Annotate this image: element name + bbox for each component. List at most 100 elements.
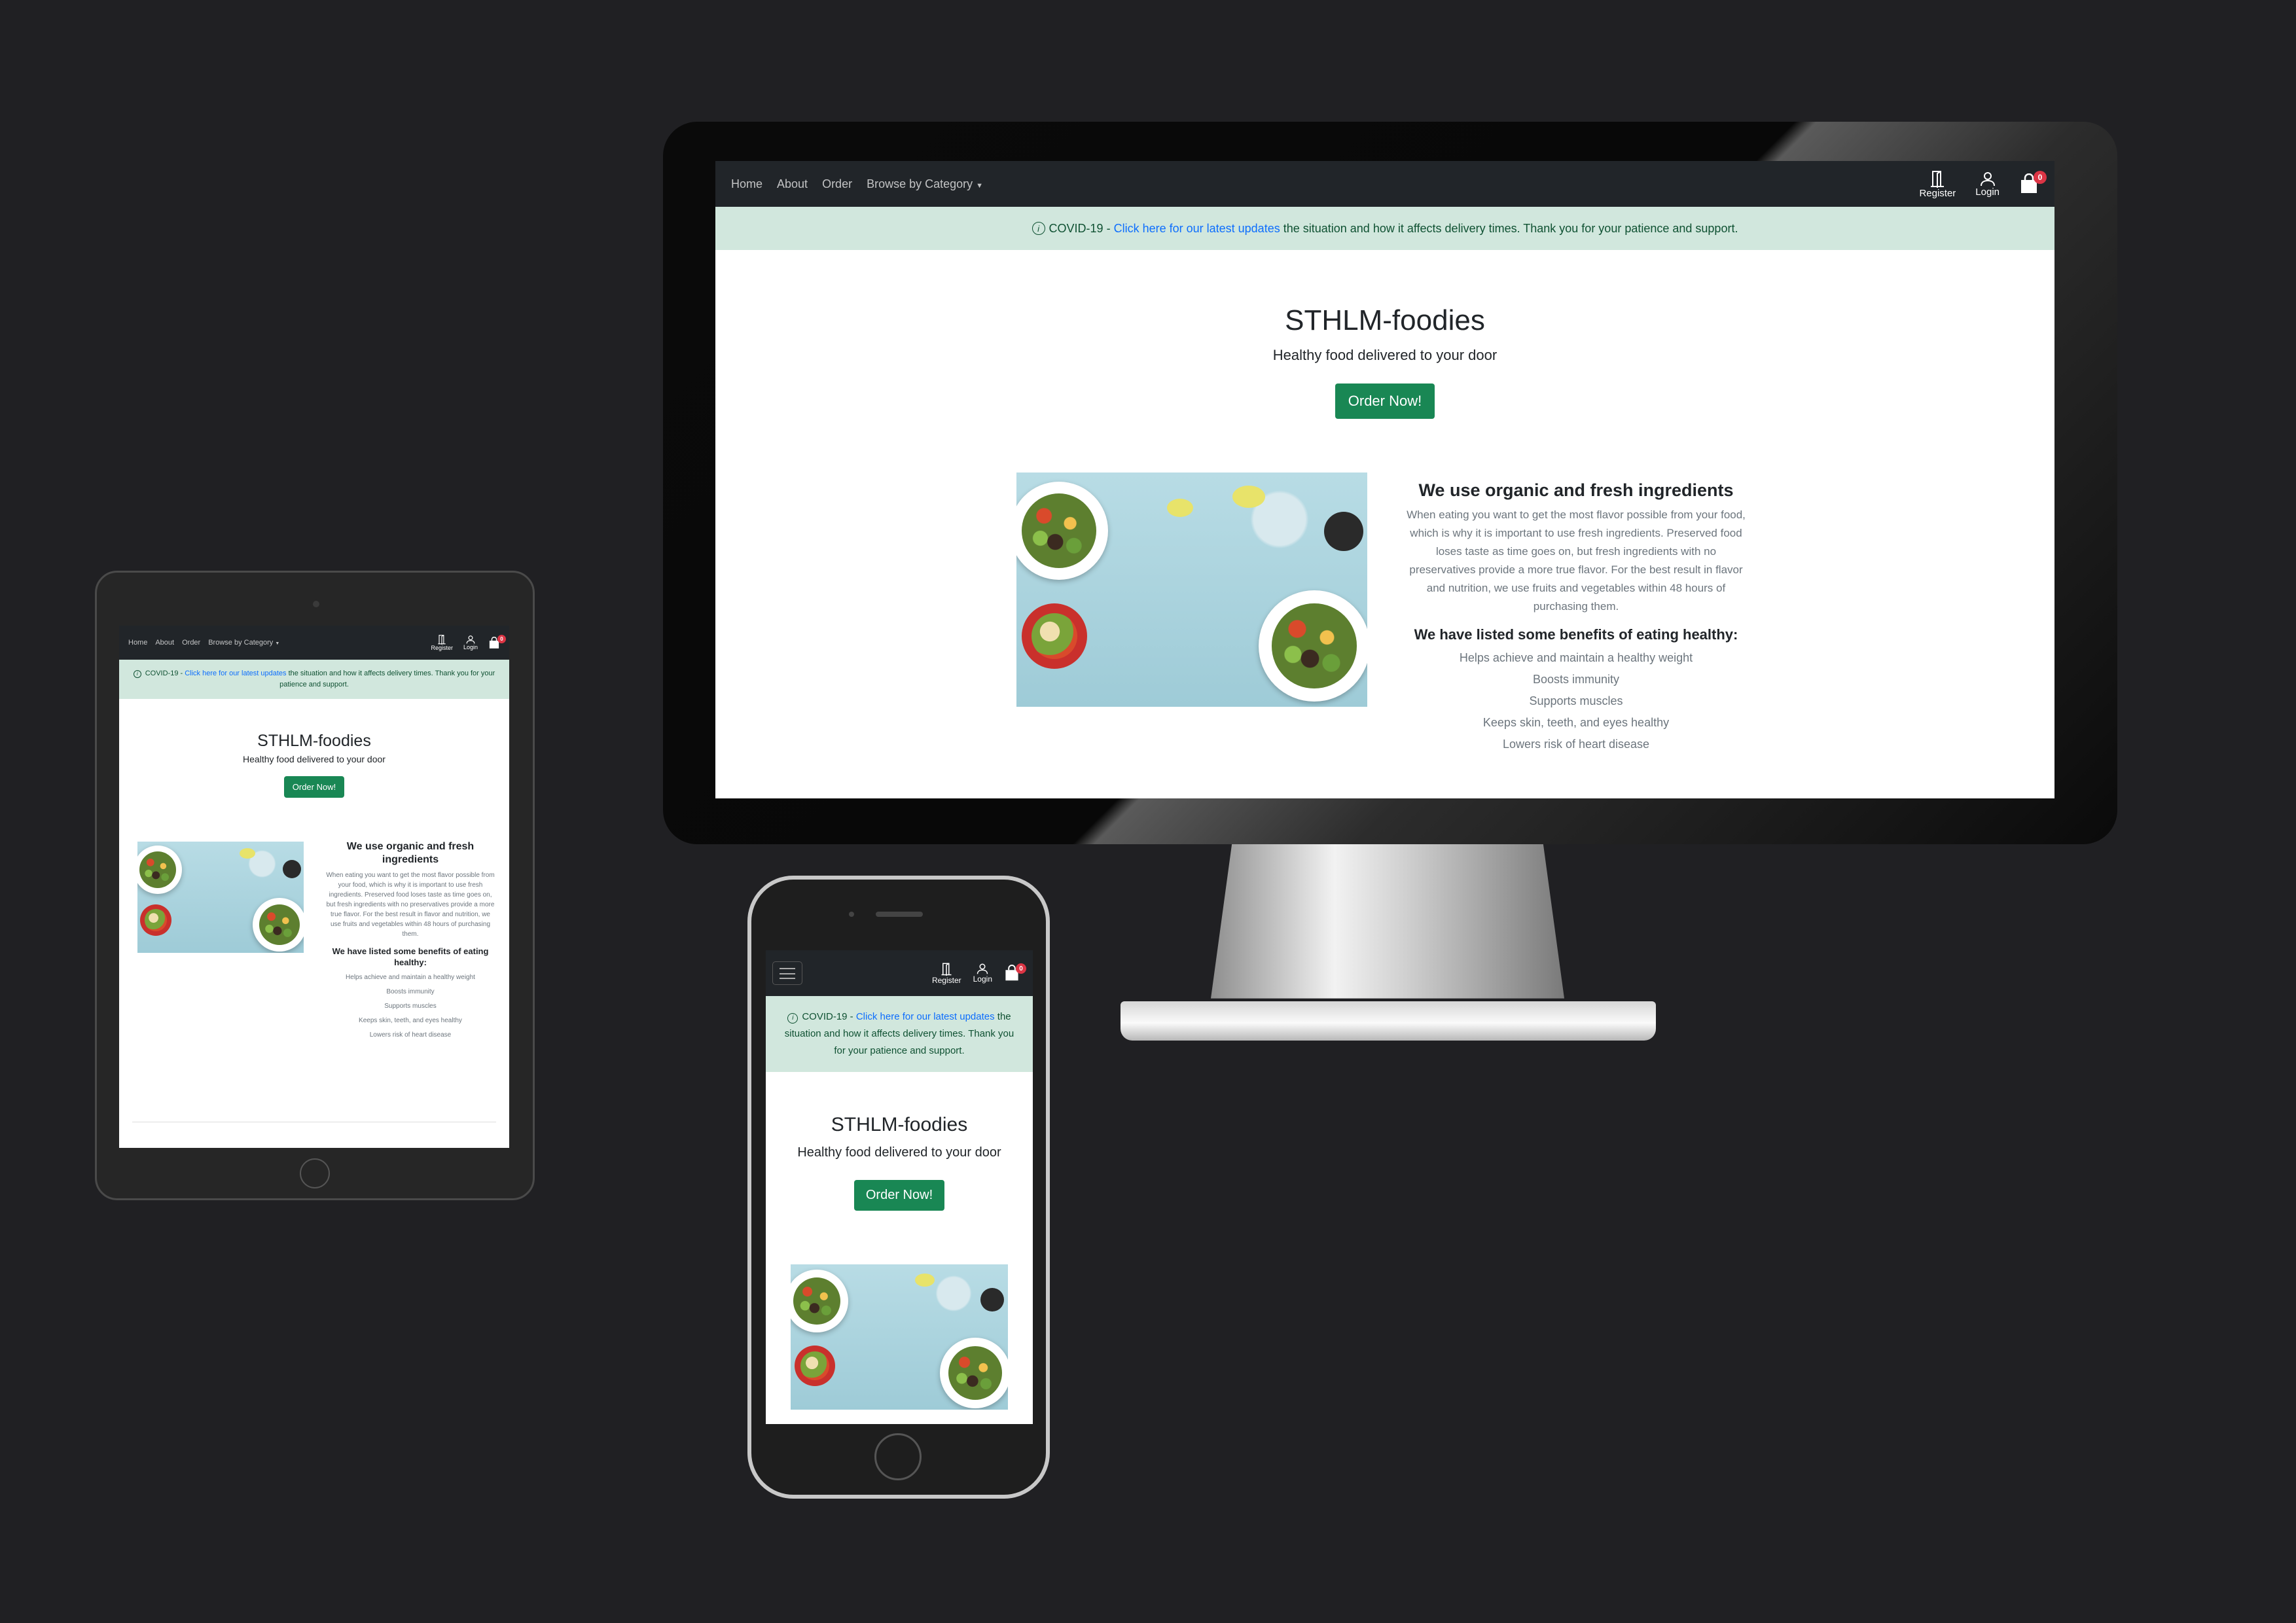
food-image [1016,473,1367,707]
covid-alert: i COVID-19 - Click here for our latest up… [119,660,509,699]
alert-prefix: COVID-19 - [802,1011,856,1022]
hamburger-icon-bar [780,977,795,979]
register-link[interactable]: Register [1919,169,1956,199]
list-item: Keeps skin, teeth, and eyes healthy [1482,716,1670,729]
cart-count-badge: 0 [2034,171,2047,184]
info-section: We use organic and fresh ingredients Whe… [1403,480,1749,755]
info-body: When eating you want to get the most fla… [326,872,495,938]
nav-browse-by-category[interactable]: Browse by Category ▼ [208,639,279,647]
page-subtitle: Healthy food delivered to your door [1272,347,1498,363]
latest-updates-link[interactable]: Click here for our latest updates [1114,222,1280,235]
latest-updates-link[interactable]: Click here for our latest updates [856,1011,995,1022]
cart-count-badge: 0 [497,634,506,643]
benefits-list: Helps achieve and maintain a healthy wei… [1403,647,1749,755]
list-item: Helps achieve and maintain a healthy wei… [1459,651,1693,664]
login-link[interactable]: Login [463,635,478,651]
user-icon [977,963,988,974]
page-title: STHLM-foodies [257,732,371,750]
door-icon [1931,170,1945,188]
login-link[interactable]: Login [973,963,992,984]
hero: STHLM-foodies Healthy food delivered to … [766,1113,1033,1211]
cart-button[interactable]: 0 [1004,963,1026,982]
hero: STHLM-foodies Healthy food delivered to … [715,302,2054,419]
food-image [137,842,304,953]
food-image [791,1264,1008,1410]
cart-button[interactable]: 0 [2019,171,2047,194]
benefits-heading: We have listed some benefits of eating h… [332,946,489,967]
nav-about[interactable]: About [155,639,174,647]
door-icon [941,963,952,976]
nav-home[interactable]: Home [731,177,762,191]
list-item: Keeps skin, teeth, and eyes healthy [359,1017,462,1024]
list-item: Supports muscles [1529,694,1623,707]
monitor-stand-neck [1211,843,1564,999]
hero: STHLM-foodies Healthy food delivered to … [119,730,509,798]
register-link[interactable]: Register [431,634,453,651]
cart-button[interactable]: 0 [488,634,506,649]
login-label: Login [973,974,992,984]
info-icon: i [787,1013,798,1024]
nav-browse-label: Browse by Category [867,177,973,190]
monitor-stand-foot [1121,1001,1656,1041]
list-item: Helps achieve and maintain a healthy wei… [346,974,475,981]
desktop-screen: Home About Order Browse by Category ▼ Re… [715,161,2054,798]
navbar: Home About Order Browse by Category ▼ Re… [715,161,2054,207]
phone-home-button [874,1433,922,1480]
user-icon [1980,171,1995,186]
order-now-button[interactable]: Order Now! [283,776,345,798]
list-item: Lowers risk of heart disease [369,1031,452,1039]
login-link[interactable]: Login [1975,171,2000,198]
benefits-heading: We have listed some benefits of eating h… [1414,626,1738,643]
user-icon [466,635,475,644]
login-label: Login [463,644,478,651]
hamburger-icon [780,967,795,974]
navbar: Register Login 0 [766,950,1033,996]
info-section: We use organic and fresh ingredients Whe… [326,840,495,1043]
page-title: STHLM-foodies [1285,304,1485,336]
order-now-button[interactable]: Order Now! [853,1180,945,1211]
door-icon [438,635,446,645]
latest-updates-link[interactable]: Click here for our latest updates [185,669,286,677]
tablet-home-button [300,1158,330,1188]
nav-browse-label: Browse by Category [208,639,274,647]
info-heading: We use organic and fresh ingredients [1418,480,1734,500]
info-icon: i [133,669,141,678]
list-item: Supports muscles [384,1003,437,1010]
order-now-button[interactable]: Order Now! [1335,383,1435,419]
nav-about[interactable]: About [777,177,808,191]
list-item: Boosts immunity [1532,673,1620,686]
list-item: Boosts immunity [386,988,435,995]
alert-suffix: the situation and how it affects deliver… [1280,221,1738,235]
login-label: Login [1975,186,2000,198]
navbar: Home About Order Browse by Category ▼ Re… [119,626,509,660]
info-heading: We use organic and fresh ingredients [346,841,475,865]
cart-count-badge: 0 [1016,963,1026,974]
register-label: Register [431,645,453,651]
page-subtitle: Healthy food delivered to your door [243,754,386,764]
alert-suffix: the situation and how it affects deliver… [279,669,495,688]
register-label: Register [931,975,961,985]
phone-speaker [876,912,923,917]
alert-prefix: COVID-19 - [1049,221,1114,235]
caret-down-icon: ▼ [976,181,984,190]
phone-camera [849,912,854,917]
register-label: Register [1919,187,1956,199]
page-subtitle: Healthy food delivered to your door [797,1145,1001,1160]
tablet-screen: Home About Order Browse by Category ▼ Re… [119,626,509,1148]
caret-down-icon: ▼ [275,641,280,646]
register-link[interactable]: Register [932,962,961,985]
nav-home[interactable]: Home [128,639,147,647]
covid-alert: i COVID-19 - Click here for our latest u… [715,207,2054,250]
nav-order[interactable]: Order [182,639,200,647]
info-icon: i [1031,222,1045,235]
covid-alert: i COVID-19 - Click here for our latest up… [766,996,1033,1072]
alert-prefix: COVID-19 - [145,669,185,677]
hamburger-menu-button[interactable] [772,961,802,985]
list-item: Lowers risk of heart disease [1502,738,1650,751]
nav-browse-by-category[interactable]: Browse by Category ▼ [867,177,983,191]
phone-screen: Register Login 0 i COVID-19 - Click here … [766,950,1033,1424]
tablet-camera [313,601,319,607]
nav-order[interactable]: Order [822,177,852,191]
info-body: When eating you want to get the most fla… [1407,508,1746,613]
page-title: STHLM-foodies [831,1114,968,1135]
